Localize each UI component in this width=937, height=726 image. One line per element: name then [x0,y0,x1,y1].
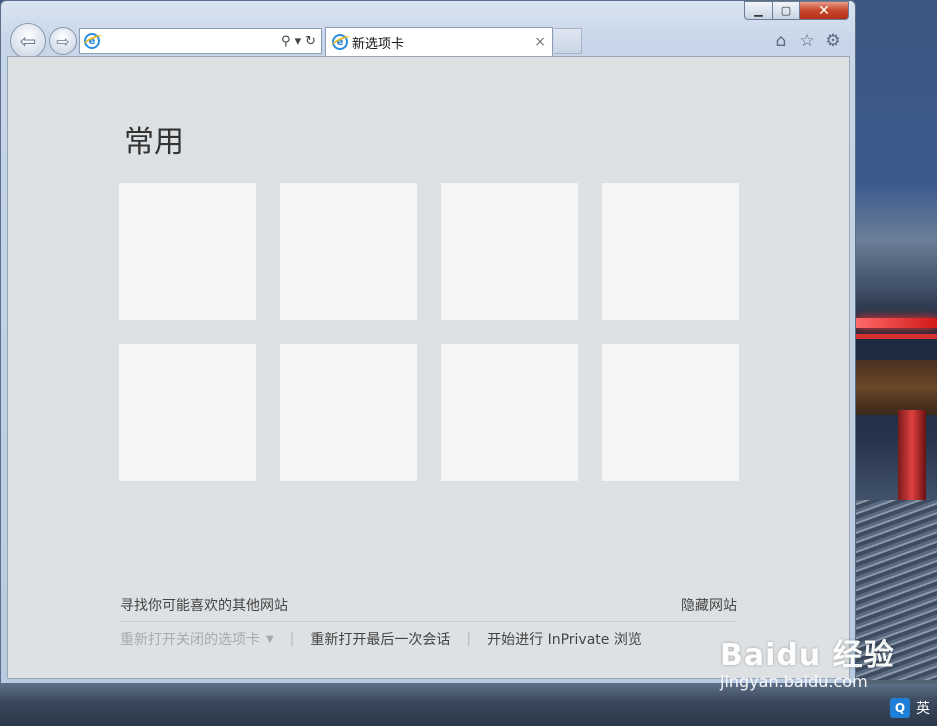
input-method-indicator[interactable]: 英 [913,698,933,718]
ie-page-icon: e [84,33,100,49]
bottom-links: 重新打开关闭的选项卡 ▼ | 重新打开最后一次会话 | 开始进行 InPriva… [120,629,642,649]
site-tile[interactable] [441,344,578,481]
address-tools: ⚲ ▾ ↻ [281,34,316,49]
address-dropdown-icon[interactable]: ▾ [295,34,302,49]
frequent-sites-grid [119,183,739,481]
address-bar: e ⚲ ▾ ↻ [79,28,322,54]
find-more-sites-link[interactable]: 寻找你可能喜欢的其他网站 [120,595,288,615]
wallpaper-pillar [898,410,926,500]
favorites-star-icon[interactable]: ☆ [797,31,817,51]
window-controls: ▁ ▢ ✕ [744,1,849,20]
hide-sites-link[interactable]: 隐藏网站 [681,595,737,615]
site-tile[interactable] [119,344,256,481]
back-arrow-icon: ⇦ [19,29,37,53]
watermark-url: jingyan.baidu.com [720,672,868,691]
ie-tab-icon: e [332,34,348,50]
system-tray: Q 英 [890,698,933,718]
link-separator: | [466,631,472,647]
address-input[interactable] [100,30,282,52]
wallpaper-light-streak-2 [856,334,937,339]
new-tab-button[interactable] [554,28,582,54]
watermark: Baidu 经验 jingyan.baidu.com [720,630,895,691]
new-tab-page: 常用 寻找你可能喜欢的其他网站 隐藏网站 重新打开关闭的选项卡 ▼ | 重新打开… [7,56,850,679]
link-separator: | [289,631,295,647]
tab-close-icon[interactable]: × [534,34,546,50]
gear-icon[interactable]: ⚙ [823,31,843,51]
search-icon[interactable]: ⚲ [281,34,291,49]
forward-button[interactable]: ⇨ [49,27,77,55]
site-tile[interactable] [280,183,417,320]
divider [120,621,737,622]
back-button[interactable]: ⇦ [10,23,46,59]
wallpaper-light-streak [856,318,937,328]
chevron-down-icon[interactable]: ▼ [266,634,274,645]
reopen-closed-tabs-link[interactable]: 重新打开关闭的选项卡 [120,629,260,649]
close-window-button[interactable]: ✕ [800,1,849,20]
tab-title: 新选项卡 [352,36,405,52]
home-icon[interactable]: ⌂ [771,31,791,51]
inprivate-link[interactable]: 开始进行 InPrivate 浏览 [487,629,642,649]
wallpaper-bridge [856,360,937,415]
site-tile[interactable] [602,344,739,481]
site-tile[interactable] [441,183,578,320]
refresh-icon[interactable]: ↻ [305,34,316,49]
tray-app-icon[interactable]: Q [890,698,910,718]
reopen-last-session-link[interactable]: 重新打开最后一次会话 [310,629,450,649]
watermark-brand: Baidu 经验 [720,638,895,673]
tab-new-tab[interactable]: e 新选项卡 × [325,27,553,56]
site-tile[interactable] [602,183,739,320]
forward-arrow-icon: ⇨ [56,31,70,51]
command-icons: ⌂ ☆ ⚙ [771,31,843,51]
browser-window: ▁ ▢ ✕ ⇦ ⇨ e ⚲ ▾ ↻ e 新选项卡 × ⌂ ☆ ⚙ 常用 寻找你可… [0,0,856,684]
page-title: 常用 [124,125,184,160]
site-tile[interactable] [280,344,417,481]
site-tile[interactable] [119,183,256,320]
maximize-button[interactable]: ▢ [773,1,800,20]
minimize-button[interactable]: ▁ [744,1,773,20]
